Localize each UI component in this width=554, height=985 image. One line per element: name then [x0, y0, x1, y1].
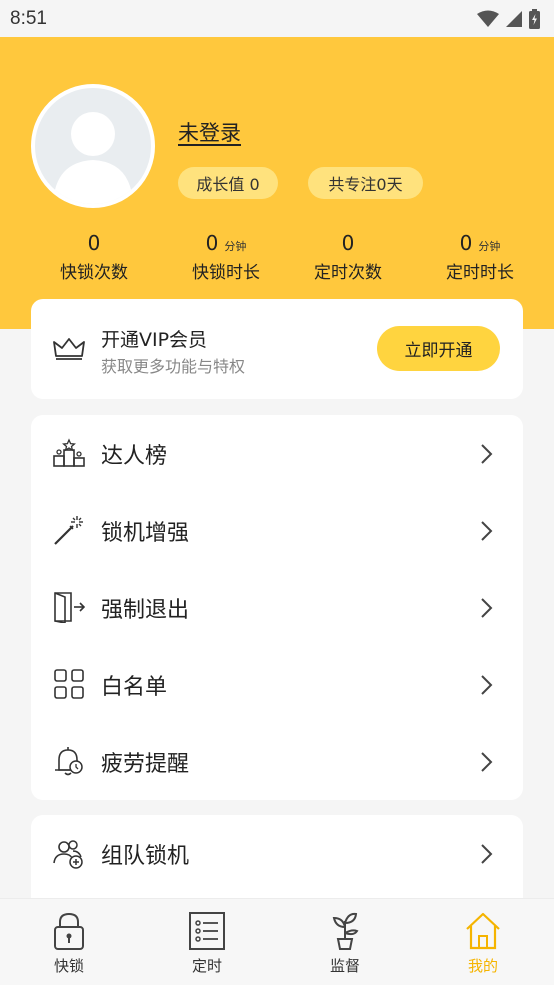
profile-header: 未登录 成长值 0 共专注0天 0 快锁次数 0 分钟 快锁时长 0 定时次数 0…	[0, 37, 554, 329]
growth-badge: 成长值 0	[178, 167, 278, 199]
alarm-bell-icon	[55, 747, 83, 776]
menu-card: 达人榜 锁机增强 强制退出 白名单 疲劳提醒	[31, 415, 523, 800]
crown-icon	[53, 338, 85, 360]
status-time: 8:51	[10, 7, 47, 29]
menu-item-team-lock[interactable]: 组队锁机	[31, 815, 523, 892]
menu-item-fatigue-reminder[interactable]: 疲劳提醒	[31, 723, 523, 800]
battery-icon	[529, 8, 540, 29]
chevron-right-icon	[481, 844, 493, 864]
tab-mine[interactable]: 我的	[414, 899, 552, 985]
vip-title: 开通VIP会员	[101, 329, 208, 351]
chevron-right-icon	[481, 444, 493, 464]
list-icon	[189, 912, 225, 950]
wifi-icon	[477, 10, 499, 27]
avatar[interactable]	[31, 84, 155, 208]
tab-timer[interactable]: 定时	[138, 899, 276, 985]
chevron-right-icon	[481, 521, 493, 541]
stat-quick-lock-count: 0 快锁次数	[60, 231, 128, 283]
vip-subtitle: 获取更多功能与特权	[101, 357, 246, 376]
chevron-right-icon	[481, 752, 493, 772]
signal-icon	[506, 10, 522, 27]
stat-timer-count: 0 定时次数	[314, 231, 382, 283]
menu-item-lock-enhance[interactable]: 锁机增强	[31, 492, 523, 569]
status-icons	[477, 8, 540, 29]
podium-icon	[53, 438, 85, 467]
tab-supervise[interactable]: 监督	[276, 899, 414, 985]
stats-row: 0 快锁次数 0 分钟 快锁时长 0 定时次数 0 分钟 定时时长	[0, 230, 554, 290]
stat-quick-lock-duration: 0 分钟 快锁时长	[192, 231, 260, 283]
default-avatar-icon	[53, 112, 133, 204]
menu-item-whitelist[interactable]: 白名单	[31, 646, 523, 723]
chevron-right-icon	[481, 675, 493, 695]
tab-quick-lock[interactable]: 快锁	[0, 899, 138, 985]
group-add-icon	[53, 840, 83, 869]
status-bar: 8:51	[0, 0, 554, 37]
open-vip-button[interactable]: 立即开通	[377, 326, 500, 371]
magic-wand-icon	[54, 516, 83, 545]
chevron-right-icon	[481, 598, 493, 618]
sprout-icon	[332, 912, 359, 950]
vip-card[interactable]: 开通VIP会员 获取更多功能与特权 立即开通	[31, 299, 523, 399]
bottom-tab-bar: 快锁 定时 监督 我的	[0, 898, 554, 985]
home-icon	[466, 912, 500, 950]
lock-icon	[54, 912, 84, 950]
grid-icon	[54, 669, 84, 699]
exit-door-icon	[54, 592, 85, 623]
menu-item-force-exit[interactable]: 强制退出	[31, 569, 523, 646]
focus-days-badge: 共专注0天	[308, 167, 423, 199]
login-link[interactable]: 未登录	[178, 117, 241, 147]
stat-timer-duration: 0 分钟 定时时长	[446, 231, 514, 283]
menu-item-leaderboard[interactable]: 达人榜	[31, 415, 523, 492]
